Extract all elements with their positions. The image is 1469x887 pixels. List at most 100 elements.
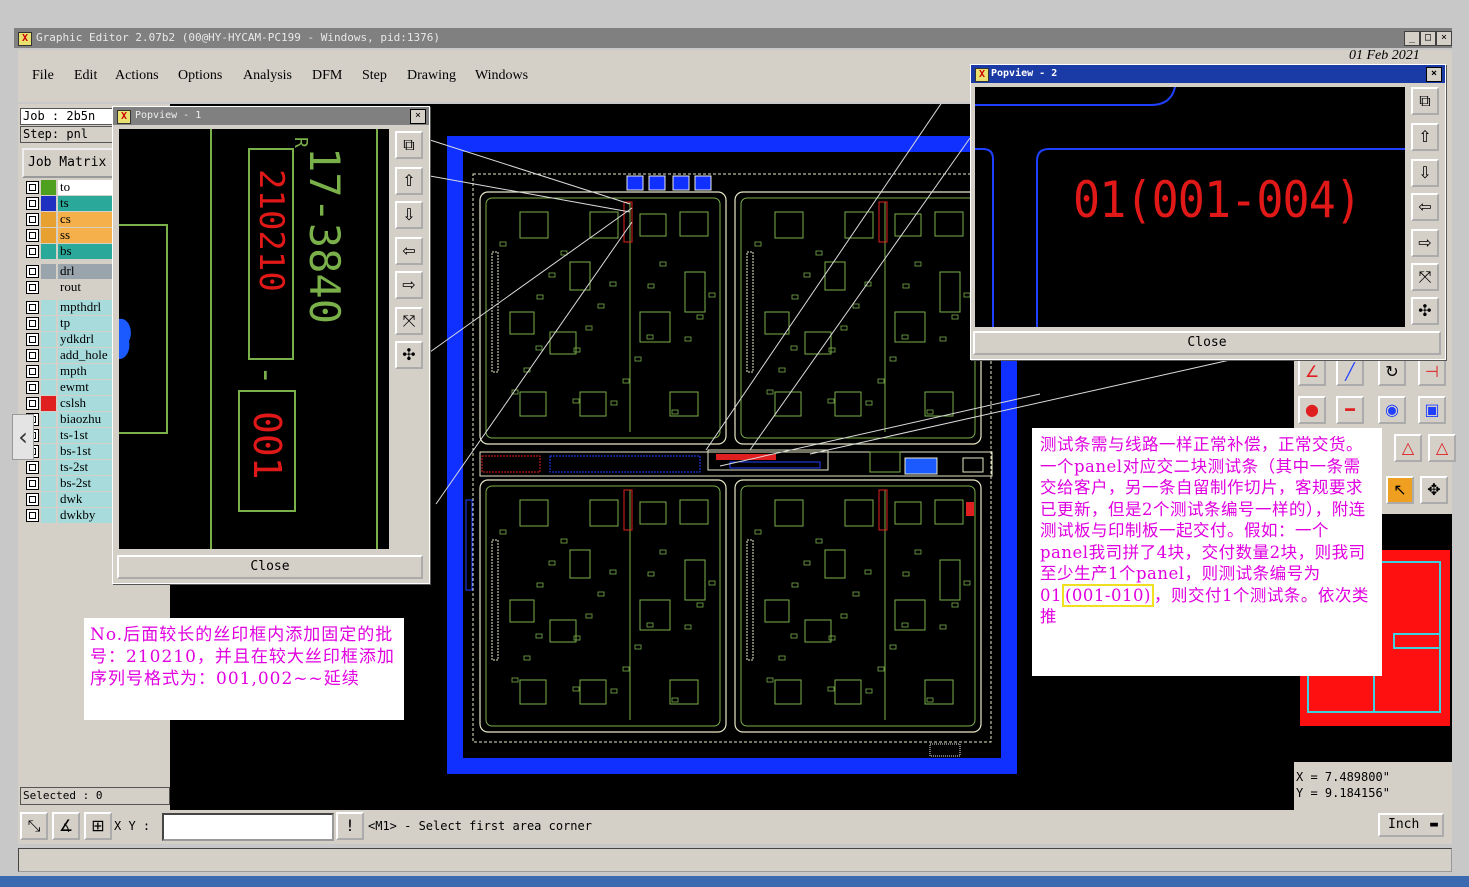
- popview2-zoom-out-icon[interactable]: ✣: [1411, 297, 1439, 325]
- layer-row-mpthdrl[interactable]: mpthdrl: [24, 300, 122, 315]
- menu-actions[interactable]: Actions: [115, 68, 159, 84]
- layer-row-to[interactable]: to: [24, 180, 122, 195]
- layer-checkbox[interactable]: [26, 493, 39, 506]
- menu-windows[interactable]: Windows: [475, 68, 528, 84]
- layer-row-bs-2st[interactable]: bs-2st: [24, 476, 122, 491]
- snap-point-icon[interactable]: ●: [1298, 396, 1326, 424]
- serial-prefix-text: -: [247, 365, 287, 386]
- popview-2-title: Popview - 2: [991, 68, 1058, 79]
- menu-analysis[interactable]: Analysis: [243, 68, 292, 84]
- xy-input[interactable]: [162, 813, 334, 841]
- popview2-pan-right-icon[interactable]: ⇨: [1411, 229, 1439, 257]
- layer-checkbox[interactable]: [26, 181, 39, 194]
- popview2-pan-down-icon[interactable]: ⇩: [1411, 159, 1439, 187]
- triangle-tool-icon[interactable]: △: [1394, 434, 1422, 462]
- popview-1-window: X Popview - 1 × R 210210 17-3840 - 001 ⧉…: [112, 106, 430, 584]
- layer-color-swatch: [41, 316, 56, 331]
- layer-checkbox[interactable]: [26, 461, 39, 474]
- layer-row-cslsh[interactable]: cslsh: [24, 396, 122, 411]
- popview2-pan-up-icon[interactable]: ⇧: [1411, 123, 1439, 151]
- popview-zoom-in-icon[interactable]: ⤧: [395, 307, 423, 335]
- layer-row-ss[interactable]: ss: [24, 228, 122, 243]
- layer-checkbox[interactable]: [26, 245, 39, 258]
- layer-checkbox[interactable]: [26, 317, 39, 330]
- annotation-note-right-text: 测试条需与线路一样正常补偿，正常交货。一个panel对应交二块测试条（其中一条需…: [1040, 435, 1366, 605]
- measure-tool-icon[interactable]: ∠: [1298, 358, 1326, 386]
- layer-checkbox[interactable]: [26, 265, 39, 278]
- popview-2-close-icon[interactable]: ×: [1426, 67, 1442, 82]
- select-object-icon[interactable]: ◉: [1378, 396, 1406, 424]
- triangle-tool-2-icon[interactable]: △: [1428, 434, 1456, 462]
- step-date: 01 Feb 2021: [1349, 50, 1420, 63]
- layer-row-bs-1st[interactable]: bs-1st: [24, 444, 122, 459]
- units-select[interactable]: Inch ▬: [1378, 813, 1444, 837]
- menu-step[interactable]: Step: [362, 68, 387, 84]
- popview-1-close-icon[interactable]: ×: [410, 109, 426, 124]
- layer-checkbox[interactable]: [26, 281, 39, 294]
- close-window-button[interactable]: ×: [1436, 31, 1452, 46]
- popview-pan-right-icon[interactable]: ⇨: [395, 271, 423, 299]
- grid-icon[interactable]: ⊞: [84, 812, 112, 840]
- annotation-note-right: 测试条需与线路一样正常补偿，正常交货。一个panel对应交二块测试条（其中一条需…: [1032, 428, 1382, 676]
- layer-checkbox[interactable]: [26, 197, 39, 210]
- layer-row-ewmt[interactable]: ewmt: [24, 380, 122, 395]
- layer-checkbox[interactable]: [26, 333, 39, 346]
- mirror-icon[interactable]: ⊣: [1418, 358, 1446, 386]
- menu-edit[interactable]: Edit: [74, 68, 97, 84]
- popview2-zoom-in-icon[interactable]: ⤧: [1411, 263, 1439, 291]
- popview-zoom-fit-icon[interactable]: ⧉: [395, 131, 423, 159]
- horizontal-line-icon[interactable]: ━: [1336, 396, 1364, 424]
- pointer-tool-icon[interactable]: ↖: [1386, 476, 1414, 504]
- info-icon[interactable]: !: [336, 812, 364, 840]
- popview-2-canvas[interactable]: 01(001-004): [975, 87, 1405, 327]
- layer-checkbox[interactable]: [26, 349, 39, 362]
- rotate-icon[interactable]: ↻: [1378, 358, 1406, 386]
- zoom-angle-icon[interactable]: ∡: [52, 812, 80, 840]
- layer-row-bs[interactable]: bs: [24, 244, 122, 259]
- layer-row-mpth[interactable]: mpth: [24, 364, 122, 379]
- popview-pan-down-icon[interactable]: ⇩: [395, 201, 423, 229]
- popview-1-canvas[interactable]: R 210210 17-3840 - 001: [119, 129, 389, 549]
- popview-pan-up-icon[interactable]: ⇧: [395, 167, 423, 195]
- layer-row-add_hole[interactable]: add_hole: [24, 348, 122, 363]
- menu-options[interactable]: Options: [178, 68, 222, 84]
- layer-row-ts-1st[interactable]: ts-1st: [24, 428, 122, 443]
- popview-1-close-button[interactable]: Close: [117, 555, 423, 579]
- x-app-icon: X: [975, 68, 989, 82]
- layer-checkbox[interactable]: [26, 365, 39, 378]
- layer-row-tp[interactable]: tp: [24, 316, 122, 331]
- menu-file[interactable]: File: [32, 68, 54, 84]
- layer-checkbox[interactable]: [26, 509, 39, 522]
- layer-checkbox[interactable]: [26, 397, 39, 410]
- layer-row-ts-2st[interactable]: ts-2st: [24, 460, 122, 475]
- layer-row-cs[interactable]: cs: [24, 212, 122, 227]
- popview-zoom-out-icon[interactable]: ✣: [395, 341, 423, 369]
- select-region-icon[interactable]: ▣: [1418, 396, 1446, 424]
- draw-line-icon[interactable]: ╱: [1336, 358, 1364, 386]
- zoom-area-icon[interactable]: ⤡: [20, 812, 48, 840]
- layer-row-ydkdrl[interactable]: ydkdrl: [24, 332, 122, 347]
- chevron-left-icon[interactable]: ‹: [12, 414, 34, 460]
- layer-row-dwk[interactable]: dwk: [24, 492, 122, 507]
- layer-row-ts[interactable]: ts: [24, 196, 122, 211]
- y-coordinate: Y = 9.184156": [1296, 786, 1390, 800]
- maximize-button[interactable]: □: [1420, 31, 1436, 46]
- minimize-button[interactable]: _: [1404, 31, 1420, 46]
- job-matrix-button[interactable]: Job Matrix: [22, 148, 126, 178]
- layer-row-dwkby[interactable]: dwkby: [24, 508, 122, 523]
- layer-checkbox[interactable]: [26, 229, 39, 242]
- layer-row-drl[interactable]: drl: [24, 264, 122, 279]
- menu-dfm[interactable]: DFM: [312, 68, 342, 84]
- layer-row-biaozhu[interactable]: biaozhu: [24, 412, 122, 427]
- popview2-pan-left-icon[interactable]: ⇦: [1411, 193, 1439, 221]
- menu-drawing[interactable]: Drawing: [407, 68, 456, 84]
- layer-checkbox[interactable]: [26, 301, 39, 314]
- popview-2-close-button[interactable]: Close: [973, 331, 1441, 355]
- pan-tool-icon[interactable]: ✥: [1420, 476, 1448, 504]
- layer-checkbox[interactable]: [26, 381, 39, 394]
- popview-pan-left-icon[interactable]: ⇦: [395, 237, 423, 265]
- layer-checkbox[interactable]: [26, 477, 39, 490]
- layer-checkbox[interactable]: [26, 213, 39, 226]
- layer-row-rout[interactable]: rout: [24, 280, 122, 295]
- popview2-zoom-fit-icon[interactable]: ⧉: [1411, 87, 1439, 115]
